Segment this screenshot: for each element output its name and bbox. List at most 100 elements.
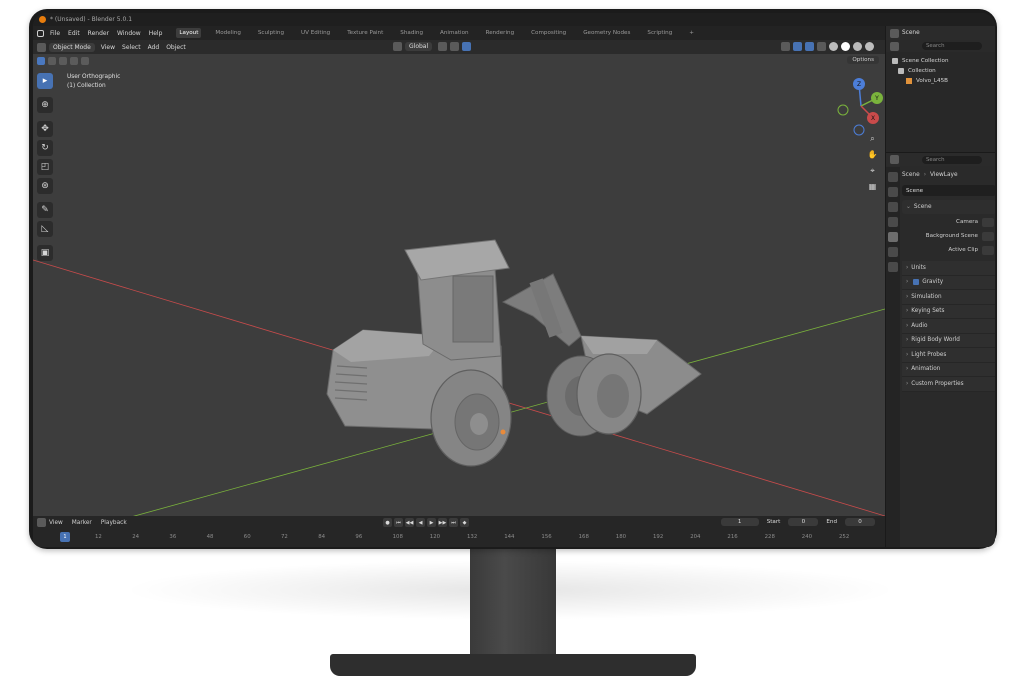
select-invert-icon[interactable] [70,57,78,65]
menu-help[interactable]: Help [149,30,163,37]
overlay-icon[interactable] [805,42,814,51]
properties-search-input[interactable]: Search [922,155,982,164]
scene-selector-icon[interactable] [890,28,899,38]
world-tab-icon[interactable] [888,247,898,257]
viewport-menu-add[interactable]: Add [148,44,160,51]
menu-file[interactable]: File [50,30,60,37]
panel-audio[interactable]: › Audio [902,319,995,334]
wheel-loader-model[interactable] [326,239,702,467]
xray-icon[interactable] [817,42,826,51]
add-workspace-button[interactable]: + [686,28,697,38]
tab-shading[interactable]: Shading [397,28,426,38]
auto-keying-icon[interactable]: ● [383,518,392,527]
panel-animation[interactable]: › Animation [902,362,995,377]
background-scene-field[interactable] [982,231,994,241]
perspective-toggle-icon[interactable]: ▦ [866,180,879,193]
viewport-menu-view[interactable]: View [101,44,115,51]
viewport-menu-object[interactable]: Object [166,44,186,51]
panel-scene-header[interactable]: ⌄ Scene [902,200,995,214]
outliner-row-scene-collection[interactable]: Scene Collection [886,56,995,66]
blender-menu-icon[interactable] [37,29,44,37]
move-tool-icon[interactable]: ✥ [37,121,53,137]
panel-keying-sets[interactable]: › Keying Sets [902,304,995,319]
playhead[interactable]: 1 [60,532,70,542]
select-new-icon[interactable] [37,57,45,65]
menu-render[interactable]: Render [88,30,109,37]
tab-layout[interactable]: Layout [176,28,202,38]
tab-geometry-nodes[interactable]: Geometry Nodes [580,28,633,38]
snap-icon[interactable] [450,42,460,51]
transform-tool-icon[interactable]: ⊛ [37,178,53,194]
navigation-gizmo[interactable]: Z Y X [837,78,883,136]
display-mode-icon[interactable] [890,41,899,51]
properties-editor-icon[interactable] [890,155,899,164]
tool-tab-icon[interactable] [888,172,898,182]
visibility-icon[interactable] [781,42,790,51]
scene-selector-label[interactable]: Scene [902,30,920,36]
end-frame-field[interactable]: 0 [845,518,875,526]
gravity-checkbox[interactable] [913,279,920,286]
viewport-menu-select[interactable]: Select [122,44,141,51]
menu-window[interactable]: Window [117,30,141,37]
menu-edit[interactable]: Edit [68,30,80,37]
tab-modeling[interactable]: Modeling [212,28,243,38]
panel-simulation[interactable]: › Simulation [902,290,995,305]
timeline-editor-type-icon[interactable] [37,518,46,527]
rotate-tool-icon[interactable]: ↻ [37,140,53,156]
scale-tool-icon[interactable]: ◰ [37,159,53,175]
select-extend-icon[interactable] [48,57,56,65]
tab-animation[interactable]: Animation [437,28,472,38]
tab-sculpting[interactable]: Sculpting [255,28,287,38]
keying-set-icon[interactable]: ◆ [460,518,469,527]
collection-tab-icon[interactable] [888,262,898,272]
outliner-row-volvo[interactable]: Volvo_L45B [886,76,995,86]
jump-keyframe-forward-icon[interactable]: ▶▶ [438,518,447,527]
active-clip-field[interactable] [982,245,994,255]
outliner-search-input[interactable]: Search [922,42,982,50]
rendered-shading-icon[interactable] [865,42,874,51]
annotate-tool-icon[interactable]: ✎ [37,202,53,218]
add-cube-tool-icon[interactable]: ▣ [37,245,53,261]
view-layer-tab-icon[interactable] [888,217,898,227]
panel-gravity[interactable]: › Gravity [902,275,995,290]
wireframe-shading-icon[interactable] [829,42,838,51]
select-tool-icon[interactable]: ▸ [37,73,53,89]
editor-type-icon[interactable] [37,42,46,52]
zoom-icon[interactable]: ⌕ [866,132,879,145]
3d-viewport[interactable]: Z Y X Options User Orthographic (1) Coll… [33,54,885,516]
current-frame-field[interactable]: 1 [720,518,759,526]
scene-tab-icon[interactable] [888,232,898,242]
pan-hand-icon[interactable]: ✋ [866,148,879,161]
tab-texture-paint[interactable]: Texture Paint [344,28,386,38]
material-shading-icon[interactable] [853,42,862,51]
solid-shading-icon[interactable] [841,42,850,51]
play-reverse-icon[interactable]: ◀ [416,518,425,527]
measure-tool-icon[interactable]: ◺ [37,221,53,237]
play-icon[interactable]: ▶ [427,518,436,527]
timeline-menu-marker[interactable]: Marker [72,520,92,526]
panel-custom-properties[interactable]: › Custom Properties [902,377,995,392]
cursor-tool-icon[interactable]: ⊕ [37,97,53,113]
orientation-dropdown[interactable]: Global [405,42,433,51]
tab-scripting[interactable]: Scripting [644,28,675,38]
object-mode-dropdown[interactable]: Object Mode [49,42,95,52]
gizmo-icon[interactable] [793,42,802,51]
panel-units[interactable]: › Units [902,261,995,276]
timeline-menu-view[interactable]: View [49,520,63,526]
proportional-edit-icon[interactable] [462,42,472,51]
frame-ruler[interactable]: 12 24 36 48 60 72 84 96 108 120 132 144 156 168 180 192… [33,531,885,547]
options-dropdown[interactable]: Options [847,56,879,64]
camera-view-icon[interactable]: ⌖ [866,164,879,177]
outliner-row-collection[interactable]: Collection [886,66,995,76]
scene-datablock-field[interactable]: Scene [902,185,995,196]
jump-keyframe-back-icon[interactable]: ◀◀ [405,518,414,527]
timeline-menu-playback[interactable]: Playback [101,520,127,526]
output-tab-icon[interactable] [888,202,898,212]
start-frame-field[interactable]: 0 [788,518,819,526]
panel-rigid-body-world[interactable]: › Rigid Body World [902,333,995,348]
tab-rendering[interactable]: Rendering [483,28,518,38]
panel-light-probes[interactable]: › Light Probes [902,348,995,363]
tab-compositing[interactable]: Compositing [528,28,569,38]
select-intersect-icon[interactable] [81,57,89,65]
jump-end-icon[interactable]: ⏭ [449,518,458,527]
